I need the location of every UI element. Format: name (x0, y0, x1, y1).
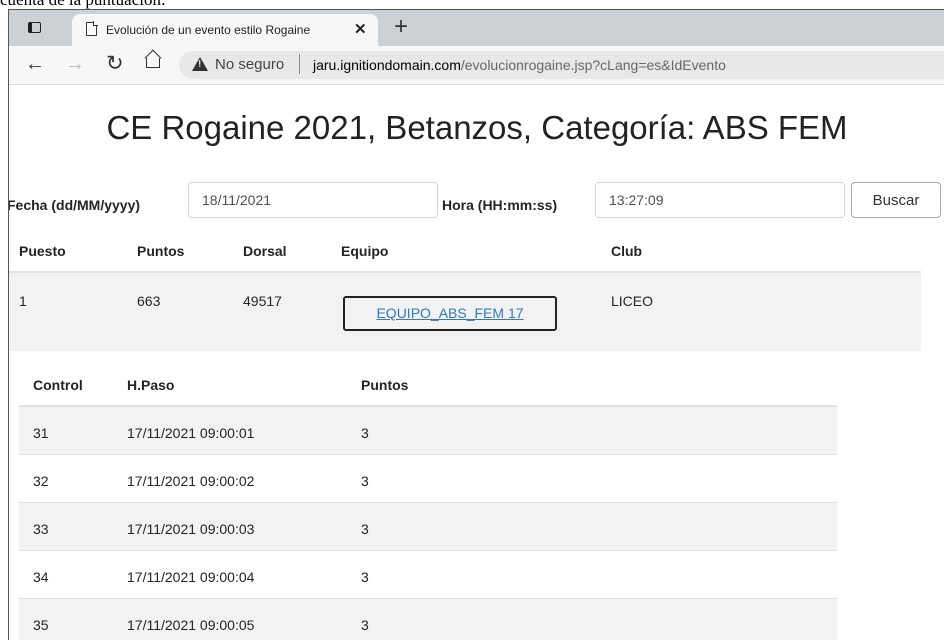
row-divider (19, 454, 837, 455)
detail-cell-hpaso: 17/11/2021 09:00:02 (127, 473, 255, 489)
detail-cell-control: 33 (33, 521, 49, 537)
page-icon (86, 21, 98, 36)
browser-tab[interactable]: Evolución de un evento estilo Rogaine ✕ (72, 14, 378, 46)
detail-cell-puntos: 3 (361, 569, 369, 585)
new-tab-icon[interactable]: + (394, 14, 408, 40)
date-input[interactable] (188, 182, 438, 218)
cell-club: LICEO (611, 293, 654, 309)
cell-puntos: 663 (137, 293, 161, 309)
detail-cell-control: 34 (33, 569, 49, 585)
detail-cell-hpaso: 17/11/2021 09:00:01 (127, 425, 255, 441)
forward-icon[interactable]: → (65, 52, 85, 76)
header-dorsal: Dorsal (243, 243, 287, 259)
home-icon[interactable] (146, 58, 160, 68)
detail-cell-control: 35 (33, 617, 49, 633)
reload-icon[interactable]: ↻ (106, 52, 124, 76)
tab-actions-icon[interactable] (21, 19, 51, 39)
date-label: Fecha (dd/MM/yyyy) (8, 197, 141, 213)
url-text[interactable]: jaru.ignitiondomain.com/evolucionrogaine… (313, 57, 726, 73)
detail-cell-control: 31 (33, 425, 49, 441)
back-icon[interactable]: ← (25, 52, 45, 76)
detail-cell-hpaso: 17/11/2021 09:00:05 (127, 617, 255, 633)
header-puntos: Puntos (137, 243, 185, 259)
header-club: Club (611, 243, 643, 259)
header-puesto: Puesto (19, 243, 66, 259)
row-divider (19, 550, 837, 551)
document-caption: cuenta de la puntuación: (0, 0, 944, 9)
browser-window: Evolución de un evento estilo Rogaine ✕ … (8, 9, 944, 640)
time-input[interactable] (595, 182, 845, 218)
tab-title: Evolución de un evento estilo Rogaine (106, 23, 346, 37)
header-detail-puntos: Puntos (361, 377, 409, 393)
detail-cell-puntos: 3 (361, 521, 369, 537)
team-link[interactable]: EQUIPO_ABS_FEM 17 (343, 296, 557, 331)
address-divider (299, 54, 300, 74)
address-bar[interactable]: No seguro jaru.ignitiondomain.com/evoluc… (179, 51, 944, 79)
row-notch (601, 351, 921, 365)
close-tab-icon[interactable]: ✕ (354, 20, 367, 38)
search-button[interactable]: Buscar (851, 182, 941, 218)
cell-puesto: 1 (19, 293, 27, 309)
detail-cell-hpaso: 17/11/2021 09:00:03 (127, 521, 255, 537)
detail-cell-puntos: 3 (361, 473, 369, 489)
header-equipo: Equipo (341, 243, 389, 259)
cell-dorsal: 49517 (243, 293, 282, 309)
page-title: CE Rogaine 2021, Betanzos, Categoría: AB… (106, 109, 848, 146)
header-control: Control (33, 377, 83, 393)
detail-cell-control: 32 (33, 473, 49, 489)
security-status[interactable]: No seguro (215, 56, 284, 73)
tab-strip: Evolución de un evento estilo Rogaine ✕ … (9, 10, 944, 46)
time-label: Hora (HH:mm:ss) (442, 197, 558, 213)
detail-cell-puntos: 3 (361, 617, 369, 633)
detail-cell-hpaso: 17/11/2021 09:00:04 (127, 569, 255, 585)
browser-toolbar: ← → ↻ No seguro jaru.ignitiondomain.com/… (9, 46, 944, 85)
detail-cell-puntos: 3 (361, 425, 369, 441)
header-hpaso: H.Paso (127, 377, 175, 393)
warning-icon[interactable] (192, 57, 208, 71)
page-content: CE Rogaine 2021, Betanzos, Categoría: AB… (9, 85, 944, 640)
